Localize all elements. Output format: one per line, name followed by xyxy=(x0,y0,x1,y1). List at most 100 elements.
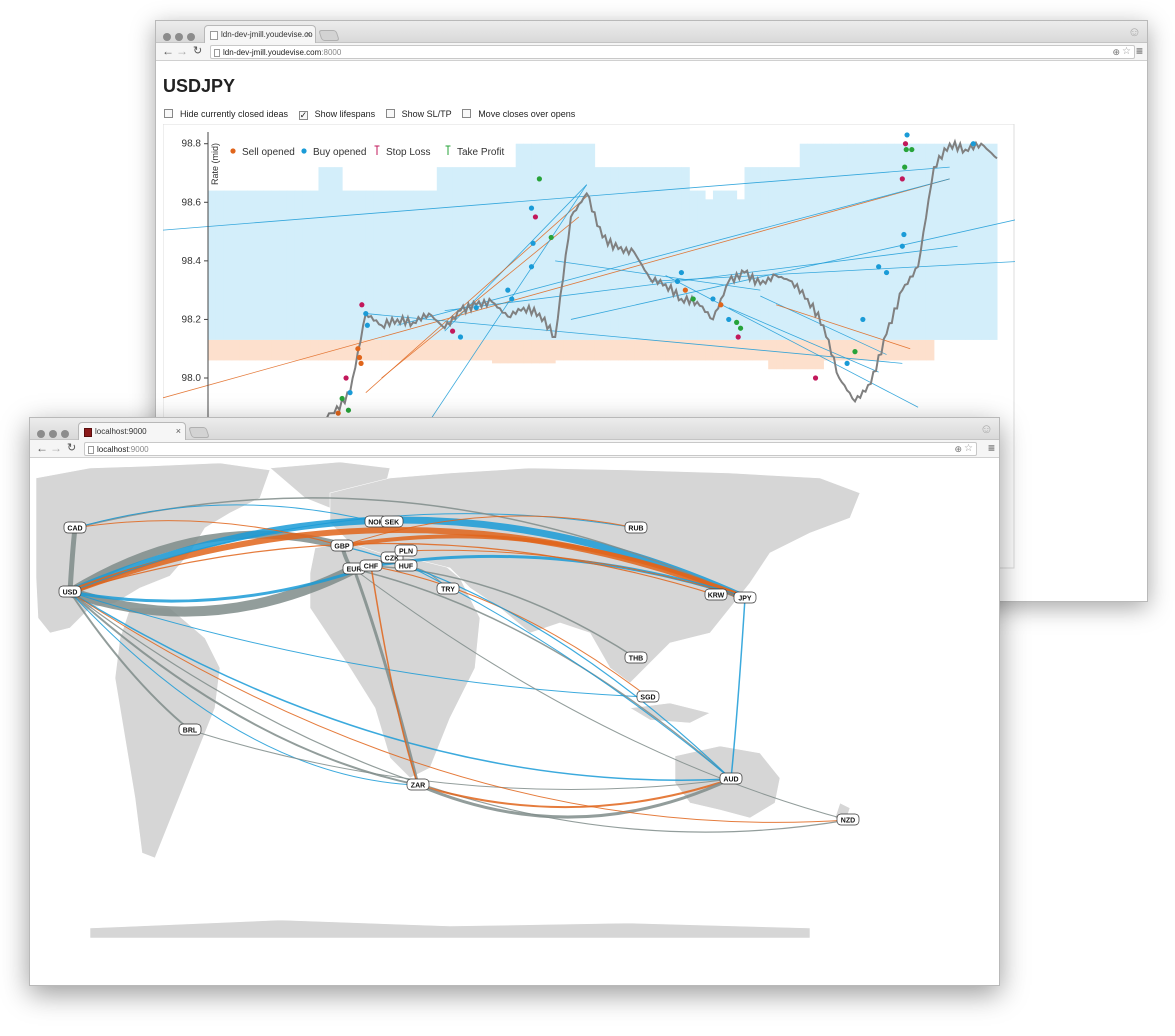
window-controls[interactable] xyxy=(37,425,77,438)
back-arrow-icon[interactable]: ← xyxy=(36,441,48,455)
close-window-button[interactable] xyxy=(163,33,171,41)
bookmark-star-icon[interactable]: ☆ xyxy=(1122,46,1131,57)
currency-node-thb[interactable]: THB xyxy=(624,651,648,664)
trade-marker[interactable] xyxy=(358,360,364,366)
trade-marker[interactable] xyxy=(883,269,890,276)
tab-close-icon[interactable]: × xyxy=(176,426,181,436)
trade-marker[interactable] xyxy=(509,296,515,302)
currency-node-sek[interactable]: SEK xyxy=(380,515,404,528)
browser-tab[interactable]: ldn-dev-jmill.youdevise.co × xyxy=(204,25,316,44)
currency-node-huf[interactable]: HUF xyxy=(394,559,418,572)
currency-node-rub[interactable]: RUB xyxy=(624,521,648,534)
address-bar[interactable]: ldn-dev-jmill.youdevise.com:8000 ⊕ ☆ xyxy=(210,45,1135,59)
trade-marker[interactable] xyxy=(904,132,910,138)
trade-marker[interactable] xyxy=(536,176,542,182)
trade-marker[interactable] xyxy=(532,214,539,220)
tab-close-icon[interactable]: × xyxy=(306,29,311,39)
trade-marker[interactable] xyxy=(457,334,464,340)
currency-node-brl[interactable]: BRL xyxy=(178,723,202,736)
show-lifespans-checkbox[interactable]: ✓ xyxy=(298,111,308,120)
currency-node-usd[interactable]: USD xyxy=(58,585,82,598)
currency-flow-map[interactable]: CADUSDBRLNOK SEKGBPEUR CHFCZKPLNHUFTRYRUBK… xyxy=(30,458,1000,986)
bookmark-star-icon[interactable]: ☆ xyxy=(964,443,973,454)
trade-marker[interactable] xyxy=(339,395,345,402)
currency-node-jpy[interactable]: JPY xyxy=(733,591,757,604)
zoom-icon[interactable]: ⊕ xyxy=(954,444,962,455)
hamburger-menu-icon[interactable]: ≡ xyxy=(988,441,995,455)
currency-node-aud[interactable]: AUD xyxy=(719,772,743,785)
minimize-window-button[interactable] xyxy=(175,33,183,41)
currency-node-pln[interactable]: PLN xyxy=(394,544,418,557)
zoom-window-button[interactable] xyxy=(187,33,195,41)
trade-marker[interactable] xyxy=(876,264,882,270)
trade-marker[interactable] xyxy=(345,407,352,413)
currency-node-krw[interactable]: KRW xyxy=(704,588,728,601)
trade-marker[interactable] xyxy=(335,410,341,416)
trade-marker[interactable] xyxy=(844,360,850,366)
trade-marker[interactable] xyxy=(909,146,915,153)
forward-arrow-icon[interactable]: → xyxy=(176,44,188,58)
zoom-icon[interactable]: ⊕ xyxy=(1112,47,1120,58)
browser-tab[interactable]: localhost:9000 × xyxy=(78,422,186,441)
currency-node-gbp[interactable]: GBP xyxy=(330,539,354,552)
trade-marker[interactable] xyxy=(355,346,361,352)
trade-marker[interactable] xyxy=(449,328,456,334)
trade-marker[interactable] xyxy=(902,164,908,170)
show-lifespans-option[interactable]: ✓ Show lifespans xyxy=(298,109,375,120)
back-arrow-icon[interactable]: ← xyxy=(162,44,174,58)
trade-marker[interactable] xyxy=(528,264,535,270)
trade-marker[interactable] xyxy=(363,310,369,317)
close-window-button[interactable] xyxy=(37,430,45,438)
trade-marker[interactable] xyxy=(530,240,536,246)
trade-marker[interactable] xyxy=(548,234,554,241)
profile-icon[interactable]: ☺ xyxy=(1128,24,1141,39)
trade-marker[interactable] xyxy=(726,316,732,323)
currency-node-nzd[interactable]: NZD xyxy=(836,813,860,826)
trade-marker[interactable] xyxy=(678,269,685,276)
trade-marker[interactable] xyxy=(718,302,724,308)
trade-marker[interactable] xyxy=(505,287,511,293)
trade-marker[interactable] xyxy=(364,322,370,328)
window-controls[interactable] xyxy=(163,28,203,41)
hamburger-menu-icon[interactable]: ≡ xyxy=(1136,44,1143,58)
trade-marker[interactable] xyxy=(343,375,349,381)
currency-node-sgd[interactable]: SGD xyxy=(636,690,660,703)
hide-closed-ideas-option[interactable]: Hide currently closed ideas xyxy=(164,109,288,119)
trade-marker[interactable] xyxy=(682,287,688,293)
move-closes-option[interactable]: Move closes over opens xyxy=(462,109,575,119)
hide-closed-ideas-checkbox[interactable] xyxy=(164,109,173,118)
trade-marker[interactable] xyxy=(860,316,866,323)
move-closes-checkbox[interactable] xyxy=(462,109,472,118)
zoom-window-button[interactable] xyxy=(61,430,69,438)
trade-marker[interactable] xyxy=(734,319,740,325)
minimize-window-button[interactable] xyxy=(49,430,57,438)
trade-marker[interactable] xyxy=(359,302,365,308)
trade-marker[interactable] xyxy=(347,390,353,396)
currency-node-try[interactable]: TRY xyxy=(436,582,460,595)
trade-marker[interactable] xyxy=(902,141,909,147)
reload-icon[interactable]: ↻ xyxy=(193,44,202,57)
trade-marker[interactable] xyxy=(735,334,741,340)
currency-node-cad[interactable]: CAD xyxy=(63,521,87,534)
currency-node-chf[interactable]: CHF xyxy=(359,559,383,572)
trade-marker[interactable] xyxy=(812,375,819,381)
forward-arrow-icon[interactable]: → xyxy=(50,441,62,455)
trade-marker[interactable] xyxy=(899,176,905,182)
new-tab-button[interactable] xyxy=(188,427,210,438)
show-sltp-checkbox[interactable] xyxy=(385,109,395,118)
trade-marker[interactable] xyxy=(473,305,479,311)
trade-marker[interactable] xyxy=(737,325,744,331)
currency-node-zar[interactable]: ZAR xyxy=(406,778,430,791)
trade-marker[interactable] xyxy=(690,296,696,302)
address-bar[interactable]: localhost:9000 ⊕ ☆ xyxy=(84,442,977,456)
trade-marker[interactable] xyxy=(710,296,716,302)
new-tab-button[interactable] xyxy=(318,30,340,41)
show-sltp-option[interactable]: Show SL/TP xyxy=(385,109,452,119)
trade-marker[interactable] xyxy=(970,141,976,147)
trade-marker[interactable] xyxy=(852,349,858,355)
trade-marker[interactable] xyxy=(899,243,905,249)
trade-marker[interactable] xyxy=(356,354,363,361)
trade-marker[interactable] xyxy=(674,278,681,284)
reload-icon[interactable]: ↻ xyxy=(67,441,76,454)
profile-icon[interactable]: ☺ xyxy=(980,421,993,436)
